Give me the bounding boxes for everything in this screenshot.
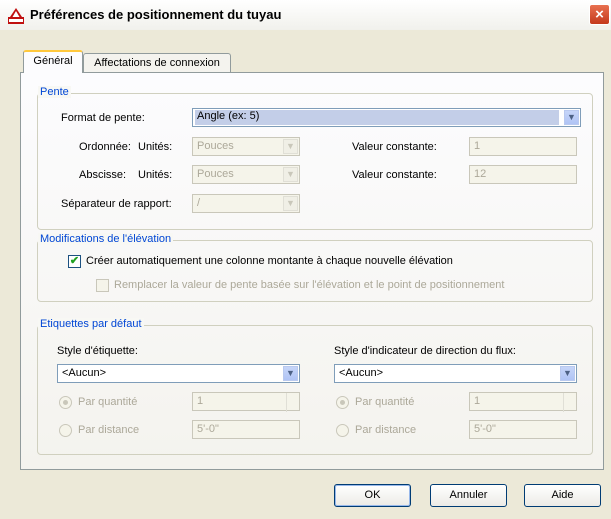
right-by-distance-radio[interactable] <box>336 424 349 437</box>
chevron-down-icon: ▼ <box>283 139 298 154</box>
ordinate-label: Ordonnée: <box>79 141 131 153</box>
chevron-down-icon: ▼ <box>564 110 579 125</box>
slope-format-select[interactable]: Angle (ex: 5) ▼ <box>192 108 581 127</box>
ordinate-constant-input[interactable]: 1 <box>469 137 577 156</box>
flow-style-select[interactable]: <Aucun> ▼ <box>334 364 577 383</box>
help-button[interactable]: Aide <box>524 484 601 507</box>
chevron-down-icon: ▼ <box>283 366 298 381</box>
left-by-quantity-label: Par quantité <box>78 396 138 408</box>
tab-general[interactable]: Général <box>23 50 83 73</box>
tab-connection-assignments-label: Affectations de connexion <box>94 57 220 69</box>
create-riser-checkbox[interactable]: ✔ <box>68 255 81 268</box>
elevation-group-title: Modifications de l'élévation <box>38 233 174 245</box>
replace-slope-label: Remplacer la valeur de pente basée sur l… <box>114 279 505 291</box>
label-style-label: Style d'étiquette: <box>57 345 138 357</box>
left-by-distance-radio[interactable] <box>59 424 72 437</box>
ordinate-units-label: Unités: <box>138 141 173 153</box>
right-by-distance-label: Par distance <box>355 424 417 436</box>
elevation-group <box>37 240 593 302</box>
radio-dot <box>340 400 345 405</box>
left-distance-input[interactable]: 5'-0" <box>192 420 300 439</box>
slope-format-value: Angle (ex: 5) <box>195 110 559 125</box>
autocad-mep-icon <box>8 8 24 24</box>
spinner-arrows-icon[interactable] <box>563 393 578 412</box>
ratio-separator-value: / <box>197 197 201 209</box>
chevron-down-icon: ▼ <box>560 366 575 381</box>
cancel-button[interactable]: Annuler <box>430 484 507 507</box>
label-style-select[interactable]: <Aucun> ▼ <box>57 364 300 383</box>
default-labels-group-title: Etiquettes par défaut <box>38 318 144 330</box>
right-quantity-input[interactable]: 1 <box>469 392 578 412</box>
right-distance-input[interactable]: 5'-0" <box>469 420 577 439</box>
tab-general-label: Général <box>33 55 73 67</box>
flow-style-label: Style d'indicateur de direction du flux: <box>334 345 516 357</box>
ratio-separator-label: Séparateur de rapport: <box>61 198 172 210</box>
pipe-layout-preferences-dialog: Préférences de positionnement du tuyau ×… <box>0 0 611 519</box>
tab-connection-assignments[interactable]: Affectations de connexion <box>83 53 231 73</box>
left-quantity-input[interactable]: 1 <box>192 392 301 412</box>
right-by-quantity-radio[interactable] <box>336 396 349 409</box>
spinner-arrows-icon[interactable] <box>286 393 301 412</box>
create-riser-label: Créer automatiquement une colonne montan… <box>86 255 453 267</box>
ordinate-constant-label: Valeur constante: <box>352 141 437 153</box>
abscissa-constant-label: Valeur constante: <box>352 169 437 181</box>
right-quantity-value: 1 <box>474 395 481 407</box>
radio-dot <box>63 400 68 405</box>
slope-format-label: Format de pente: <box>61 112 145 124</box>
window-title: Préférences de positionnement du tuyau <box>30 7 282 22</box>
close-button[interactable]: × <box>589 4 610 25</box>
abscissa-label: Abscisse: <box>79 169 127 181</box>
left-quantity-value: 1 <box>197 395 204 407</box>
left-by-distance-label: Par distance <box>78 424 140 436</box>
chevron-down-icon: ▼ <box>283 167 298 182</box>
left-by-quantity-radio[interactable] <box>59 396 72 409</box>
ordinate-units-value: Pouces <box>197 140 234 152</box>
chevron-down-icon: ▼ <box>283 196 298 211</box>
abscissa-units-label: Unités: <box>138 169 173 181</box>
right-by-quantity-label: Par quantité <box>355 396 415 408</box>
abscissa-constant-input[interactable]: 12 <box>469 165 577 184</box>
label-style-value: <Aucun> <box>62 367 107 379</box>
slope-group-title: Pente <box>38 86 71 98</box>
replace-slope-checkbox[interactable] <box>96 279 109 292</box>
abscissa-units-select[interactable]: Pouces ▼ <box>192 165 300 184</box>
ordinate-units-select[interactable]: Pouces ▼ <box>192 137 300 156</box>
flow-style-value: <Aucun> <box>339 367 384 379</box>
ratio-separator-select[interactable]: / ▼ <box>192 194 300 213</box>
abscissa-units-value: Pouces <box>197 168 234 180</box>
ok-button[interactable]: OK <box>334 484 411 507</box>
title-bar[interactable]: Préférences de positionnement du tuyau × <box>0 0 611 30</box>
